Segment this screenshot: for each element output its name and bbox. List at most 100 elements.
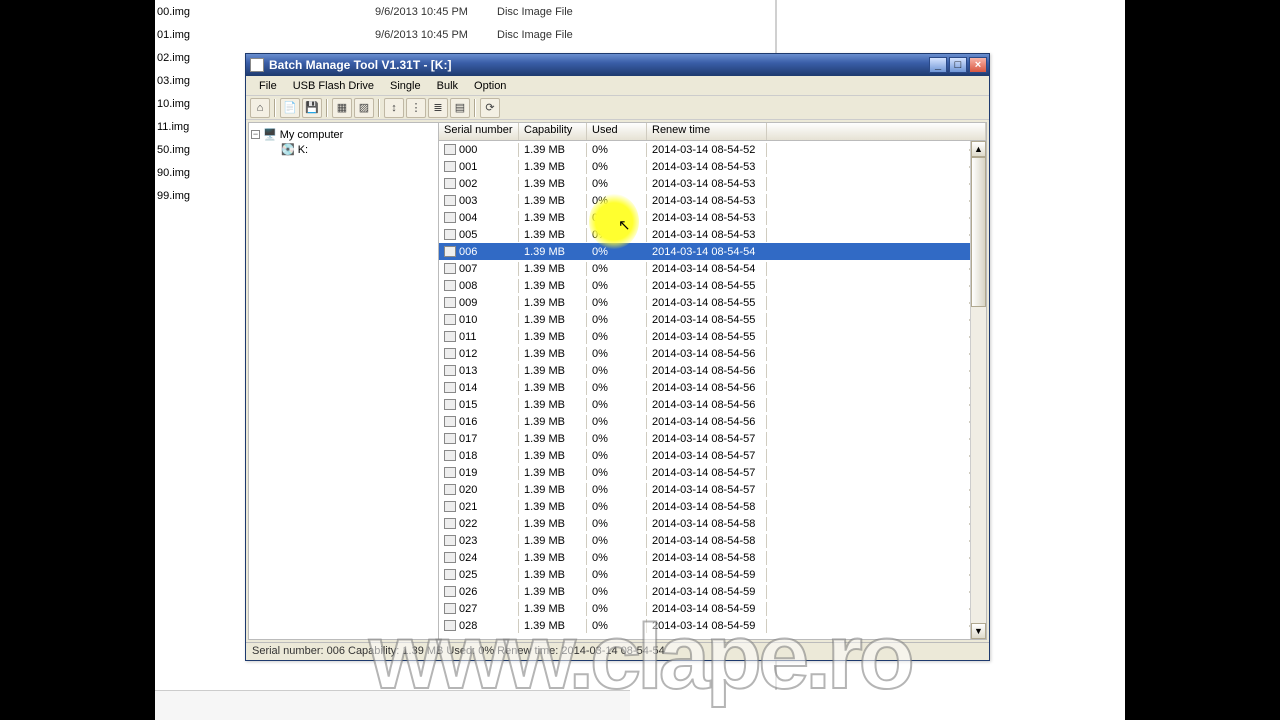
cell-serial: 000	[459, 144, 477, 156]
toolbar-open-icon[interactable]: 📄	[280, 98, 300, 118]
column-capability[interactable]: Capability	[519, 123, 587, 140]
table-row[interactable]: 0241.39 MB0%2014-03-14 08-54-58	[439, 549, 970, 566]
floppy-icon	[444, 246, 456, 257]
cell-renew: 2014-03-14 08-54-57	[647, 432, 767, 446]
table-row[interactable]: 0081.39 MB0%2014-03-14 08-54-55	[439, 277, 970, 294]
table-row[interactable]: 0141.39 MB0%2014-03-14 08-54-56	[439, 379, 970, 396]
scroll-down-button[interactable]: ▼	[971, 623, 986, 639]
toolbar-grid-icon[interactable]: ▦	[332, 98, 352, 118]
table-row[interactable]: 0091.39 MB0%2014-03-14 08-54-55	[439, 294, 970, 311]
table-row[interactable]: 0061.39 MB0%2014-03-14 08-54-54	[439, 243, 970, 260]
explorer-file-row[interactable]: 01.img9/6/2013 10:45 PMDisc Image File	[155, 23, 1125, 46]
tree-drive[interactable]: 💽 K:	[251, 142, 436, 157]
table-row[interactable]: 0161.39 MB0%2014-03-14 08-54-56	[439, 413, 970, 430]
cell-serial: 004	[459, 212, 477, 224]
column-renew-time[interactable]: Renew time	[647, 123, 767, 140]
table-row[interactable]: 0131.39 MB0%2014-03-14 08-54-56	[439, 362, 970, 379]
floppy-icon	[444, 501, 456, 512]
cell-used: 0%	[587, 585, 647, 599]
table-row[interactable]: 0071.39 MB0%2014-03-14 08-54-54	[439, 260, 970, 277]
explorer-details-pane	[155, 690, 630, 720]
table-row[interactable]: 0181.39 MB0%2014-03-14 08-54-57	[439, 447, 970, 464]
cell-used: 0%	[587, 500, 647, 514]
floppy-icon	[444, 552, 456, 563]
floppy-icon	[444, 263, 456, 274]
table-row[interactable]: 0211.39 MB0%2014-03-14 08-54-58	[439, 498, 970, 515]
toolbar-sort-icon[interactable]: ↕	[384, 98, 404, 118]
cell-used: 0%	[587, 432, 647, 446]
file-name: 01.img	[157, 29, 375, 41]
toolbar-home-icon[interactable]: ⌂	[250, 98, 270, 118]
cell-capability: 1.39 MB	[519, 432, 587, 446]
cell-renew: 2014-03-14 08-54-55	[647, 279, 767, 293]
table-row[interactable]: 0051.39 MB0%2014-03-14 08-54-53	[439, 226, 970, 243]
scroll-thumb[interactable]	[971, 157, 986, 307]
table-row[interactable]: 0111.39 MB0%2014-03-14 08-54-55	[439, 328, 970, 345]
close-button[interactable]: ×	[969, 57, 987, 73]
table-row[interactable]: 0191.39 MB0%2014-03-14 08-54-57	[439, 464, 970, 481]
floppy-icon	[444, 535, 456, 546]
menu-usb-flash-drive[interactable]: USB Flash Drive	[286, 78, 381, 94]
titlebar[interactable]: Batch Manage Tool V1.31T - [K:] _ □ ×	[246, 54, 989, 76]
minimize-button[interactable]: _	[929, 57, 947, 73]
explorer-file-row[interactable]: 00.img9/6/2013 10:45 PMDisc Image File	[155, 0, 1125, 23]
cell-capability: 1.39 MB	[519, 619, 587, 633]
tree-collapse-icon[interactable]: −	[251, 130, 260, 139]
menu-option[interactable]: Option	[467, 78, 513, 94]
toolbar-tree-icon[interactable]: ⋮	[406, 98, 426, 118]
column-serial-number[interactable]: Serial number	[439, 123, 519, 140]
cell-serial: 010	[459, 314, 477, 326]
toolbar-refresh-icon[interactable]: ⟳	[480, 98, 500, 118]
floppy-icon	[444, 331, 456, 342]
cell-capability: 1.39 MB	[519, 347, 587, 361]
cell-used: 0%	[587, 313, 647, 327]
table-row[interactable]: 0231.39 MB0%2014-03-14 08-54-58	[439, 532, 970, 549]
tree-root[interactable]: − 🖥️ My computer	[251, 127, 436, 142]
table-row[interactable]: 0251.39 MB0%2014-03-14 08-54-59	[439, 566, 970, 583]
cell-renew: 2014-03-14 08-54-53	[647, 194, 767, 208]
scroll-up-button[interactable]: ▲	[971, 141, 986, 157]
toolbar-save-icon[interactable]: 💾	[302, 98, 322, 118]
table-row[interactable]: 0031.39 MB0%2014-03-14 08-54-53	[439, 192, 970, 209]
cell-renew: 2014-03-14 08-54-55	[647, 313, 767, 327]
cell-used: 0%	[587, 143, 647, 157]
table-row[interactable]: 0261.39 MB0%2014-03-14 08-54-59	[439, 583, 970, 600]
cell-capability: 1.39 MB	[519, 483, 587, 497]
cell-used: 0%	[587, 245, 647, 259]
table-row[interactable]: 0011.39 MB0%2014-03-14 08-54-53	[439, 158, 970, 175]
cell-capability: 1.39 MB	[519, 211, 587, 225]
toolbar-details-icon[interactable]: ▤	[450, 98, 470, 118]
cell-serial: 013	[459, 365, 477, 377]
table-row[interactable]: 0021.39 MB0%2014-03-14 08-54-53	[439, 175, 970, 192]
column-used[interactable]: Used	[587, 123, 647, 140]
cell-used: 0%	[587, 449, 647, 463]
toolbar-list-icon[interactable]: ≣	[428, 98, 448, 118]
table-row[interactable]: 0151.39 MB0%2014-03-14 08-54-56	[439, 396, 970, 413]
table-row[interactable]: 0271.39 MB0%2014-03-14 08-54-59	[439, 600, 970, 617]
floppy-icon	[444, 450, 456, 461]
table-row[interactable]: 0101.39 MB0%2014-03-14 08-54-55	[439, 311, 970, 328]
floppy-icon	[444, 569, 456, 580]
table-row[interactable]: 0281.39 MB0%2014-03-14 08-54-59	[439, 617, 970, 634]
table-row[interactable]: 0001.39 MB0%2014-03-14 08-54-52	[439, 141, 970, 158]
floppy-icon	[444, 603, 456, 614]
menu-bulk[interactable]: Bulk	[430, 78, 465, 94]
cell-used: 0%	[587, 347, 647, 361]
menu-single[interactable]: Single	[383, 78, 428, 94]
cell-renew: 2014-03-14 08-54-58	[647, 534, 767, 548]
cell-capability: 1.39 MB	[519, 262, 587, 276]
table-row[interactable]: 0201.39 MB0%2014-03-14 08-54-57	[439, 481, 970, 498]
floppy-icon	[444, 314, 456, 325]
column-blank[interactable]	[767, 123, 986, 140]
cell-used: 0%	[587, 415, 647, 429]
table-row[interactable]: 0221.39 MB0%2014-03-14 08-54-58	[439, 515, 970, 532]
table-row[interactable]: 0121.39 MB0%2014-03-14 08-54-56	[439, 345, 970, 362]
table-row[interactable]: 0041.39 MB0%2014-03-14 08-54-53	[439, 209, 970, 226]
maximize-button[interactable]: □	[949, 57, 967, 73]
vertical-scrollbar[interactable]: ▲ ▼	[970, 141, 986, 639]
table-row[interactable]: 0171.39 MB0%2014-03-14 08-54-57	[439, 430, 970, 447]
toolbar-tile-icon[interactable]: ▨	[354, 98, 374, 118]
menu-file[interactable]: File	[252, 78, 284, 94]
cell-renew: 2014-03-14 08-54-56	[647, 398, 767, 412]
cell-renew: 2014-03-14 08-54-56	[647, 381, 767, 395]
